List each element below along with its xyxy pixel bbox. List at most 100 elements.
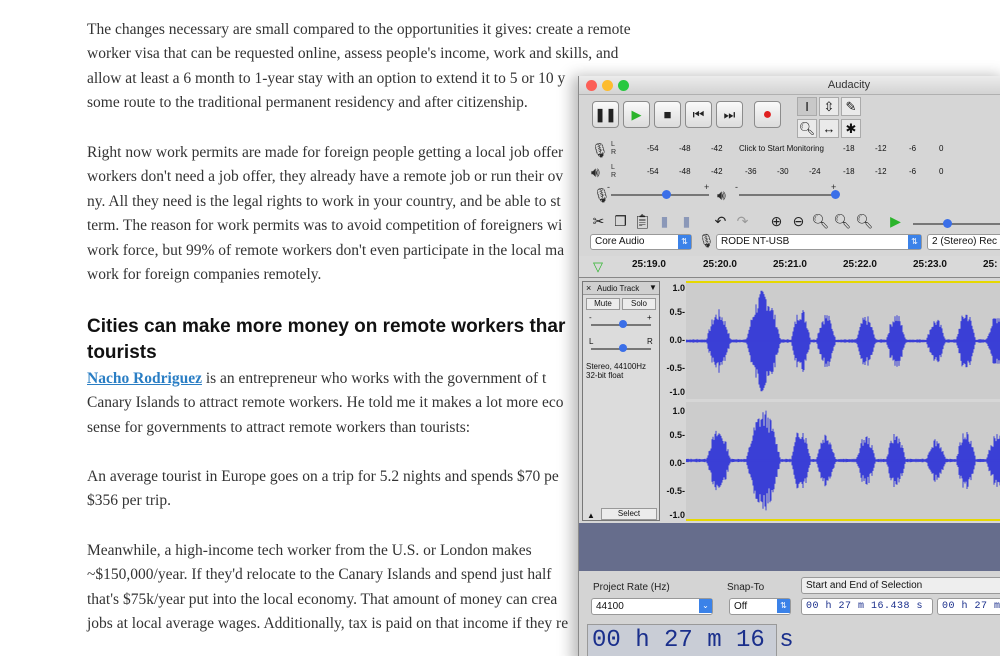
channels-select[interactable]: 2 (Stereo) Rec [927, 234, 1000, 250]
slider-thumb[interactable] [619, 344, 627, 352]
fit-selection-button[interactable]: 🔍︎ [810, 211, 831, 231]
meter-tick: -48 [679, 167, 691, 176]
timeline-tick: 25:21.0 [773, 259, 807, 270]
empty-track-area[interactable] [579, 523, 1000, 571]
trim-button[interactable]: ▮ [654, 211, 675, 231]
solo-button[interactable]: Solo [622, 298, 656, 310]
draw-tool[interactable]: ✎ [841, 97, 861, 116]
select-value: RODE NT-USB [721, 236, 790, 247]
slider-thumb[interactable] [619, 320, 627, 328]
paste-button[interactable]: 📋︎ [632, 211, 653, 231]
playback-volume-slider[interactable] [739, 194, 837, 196]
copy-icon: ❐ [614, 212, 627, 229]
recording-device-select[interactable]: RODE NT-USB ⇅ [716, 234, 922, 250]
amplitude-label: 0.0- [669, 458, 685, 468]
timeline-ruler[interactable]: ▽ 25:19.0 25:20.0 25:21.0 25:22.0 25:23.… [579, 256, 1000, 278]
select-value: Core Audio [595, 236, 645, 247]
zoom-out-button[interactable]: ⊖ [788, 211, 809, 231]
selection-start-time[interactable]: 00 h 27 m 16.438 s [801, 598, 933, 615]
chevron-down-icon: ⌄ [699, 599, 712, 613]
stop-icon: ■ [663, 107, 672, 122]
start-monitoring-prompt[interactable]: Click to Start Monitoring [739, 144, 824, 153]
collapse-track-icon[interactable]: ▲ [587, 511, 595, 520]
playback-meter[interactable]: -54 -48 -42 -36 -30 -24 -18 -12 -6 0 [621, 167, 951, 185]
record-button[interactable]: ● [754, 101, 781, 128]
meter-tick: -12 [875, 144, 887, 153]
track-name-bar[interactable]: × Audio Track ▼ [583, 282, 659, 295]
cut-button[interactable]: ✂ [588, 211, 609, 231]
play-button[interactable]: ▶ [623, 101, 650, 128]
fit-project-button[interactable]: 🔍︎ [832, 211, 853, 231]
track-menu-icon[interactable]: ▼ [649, 283, 657, 292]
skip-end-button[interactable]: ⏭ [716, 101, 743, 128]
zoom-in-button[interactable]: ⊕ [766, 211, 787, 231]
select-value: 2 (Stereo) Rec [932, 236, 998, 247]
amplitude-label: 0.0- [669, 335, 685, 345]
copy-button[interactable]: ❐ [610, 211, 631, 231]
amplitude-label: -1.0 [669, 510, 685, 520]
chevron-down-icon: ⇅ [908, 235, 921, 249]
selection-toolbar: Project Rate (Hz) 44100 ⌄ Snap-To Off ⇅ St… [579, 571, 1000, 656]
audio-host-select[interactable]: Core Audio ⇅ [590, 234, 692, 250]
snap-to-select[interactable]: Off ⇅ [729, 598, 791, 615]
author-link[interactable]: Nacho Rodriguez [87, 370, 202, 387]
asterisk-icon: ✱ [845, 120, 857, 136]
meter-tick: 0 [939, 144, 944, 153]
waveform-graphic [685, 410, 1000, 511]
chevron-down-icon: ⇅ [777, 599, 790, 613]
pause-icon: ❚❚ [594, 106, 617, 122]
channel-label: R [611, 149, 617, 156]
mute-button[interactable]: Mute [586, 298, 620, 310]
project-rate-select[interactable]: 44100 ⌄ [591, 598, 713, 615]
zoom-toggle-button[interactable]: 🔍︎ [854, 211, 875, 231]
play-at-speed-button[interactable]: ▶ [885, 211, 906, 231]
meter-tick: -48 [679, 144, 691, 153]
zoom-tool[interactable]: 🔍︎ [797, 119, 817, 138]
silence-button[interactable]: ▮ [676, 211, 697, 231]
play-speed-slider[interactable] [913, 223, 1000, 225]
meter-tick: -18 [843, 144, 855, 153]
slider-max-label: + [704, 182, 710, 192]
audio-position-display[interactable]: 00 h 27 m 16 s [587, 624, 794, 656]
amplitude-label: -0.5- [666, 363, 685, 373]
fit-selection-icon: 🔍︎ [811, 212, 830, 229]
channel-label: R [611, 172, 617, 179]
waveform-left-channel[interactable] [685, 281, 1000, 399]
time-value: 00 h 27 m 16.438 s [806, 601, 924, 612]
slider-thumb[interactable] [662, 190, 671, 199]
recording-volume-slider[interactable] [611, 194, 709, 196]
undo-icon: ↶ [714, 212, 727, 229]
fit-project-icon: 🔍︎ [833, 212, 852, 229]
i-beam-icon: I [805, 99, 809, 114]
play-icon: ▶ [631, 106, 642, 122]
title-bar: Audacity [579, 76, 1000, 95]
selection-end-time[interactable]: 00 h 27 m [937, 598, 1000, 615]
redo-button[interactable]: ↷ [732, 211, 753, 231]
select-track-button[interactable]: Select [601, 508, 657, 520]
record-meter[interactable]: -54 -48 -42 Click to Start Monitoring -1… [621, 144, 951, 162]
meter-tick: -24 [809, 167, 821, 176]
selection-tool[interactable]: I [797, 97, 817, 116]
waveform-right-channel[interactable] [685, 402, 1000, 521]
stop-button[interactable]: ■ [654, 101, 681, 128]
close-track-icon[interactable]: × [586, 283, 591, 293]
trim-icon: ▮ [660, 212, 669, 229]
pencil-icon: ✎ [845, 98, 857, 114]
envelope-tool[interactable]: ⇳ [819, 97, 839, 116]
multi-tool[interactable]: ✱ [841, 119, 861, 138]
gain-max-label: + [647, 313, 652, 322]
meter-tick: -6 [909, 167, 917, 176]
meter-tick: -54 [647, 167, 659, 176]
selection-mode-select[interactable]: Start and End of Selection [801, 577, 1000, 594]
meter-tick: 0 [939, 167, 944, 176]
time-shift-tool[interactable]: ↔ [819, 119, 839, 138]
slider-thumb[interactable] [943, 219, 952, 228]
project-rate-label: Project Rate (Hz) [593, 582, 670, 593]
skip-start-button[interactable]: ⏮ [685, 101, 712, 128]
snap-to-label: Snap-To [727, 582, 765, 593]
pause-button[interactable]: ❚❚ [592, 101, 619, 128]
undo-button[interactable]: ↶ [710, 211, 731, 231]
timeline-tick: 25:22.0 [843, 259, 877, 270]
select-value: Off [734, 601, 748, 612]
silence-icon: ▮ [682, 212, 691, 229]
